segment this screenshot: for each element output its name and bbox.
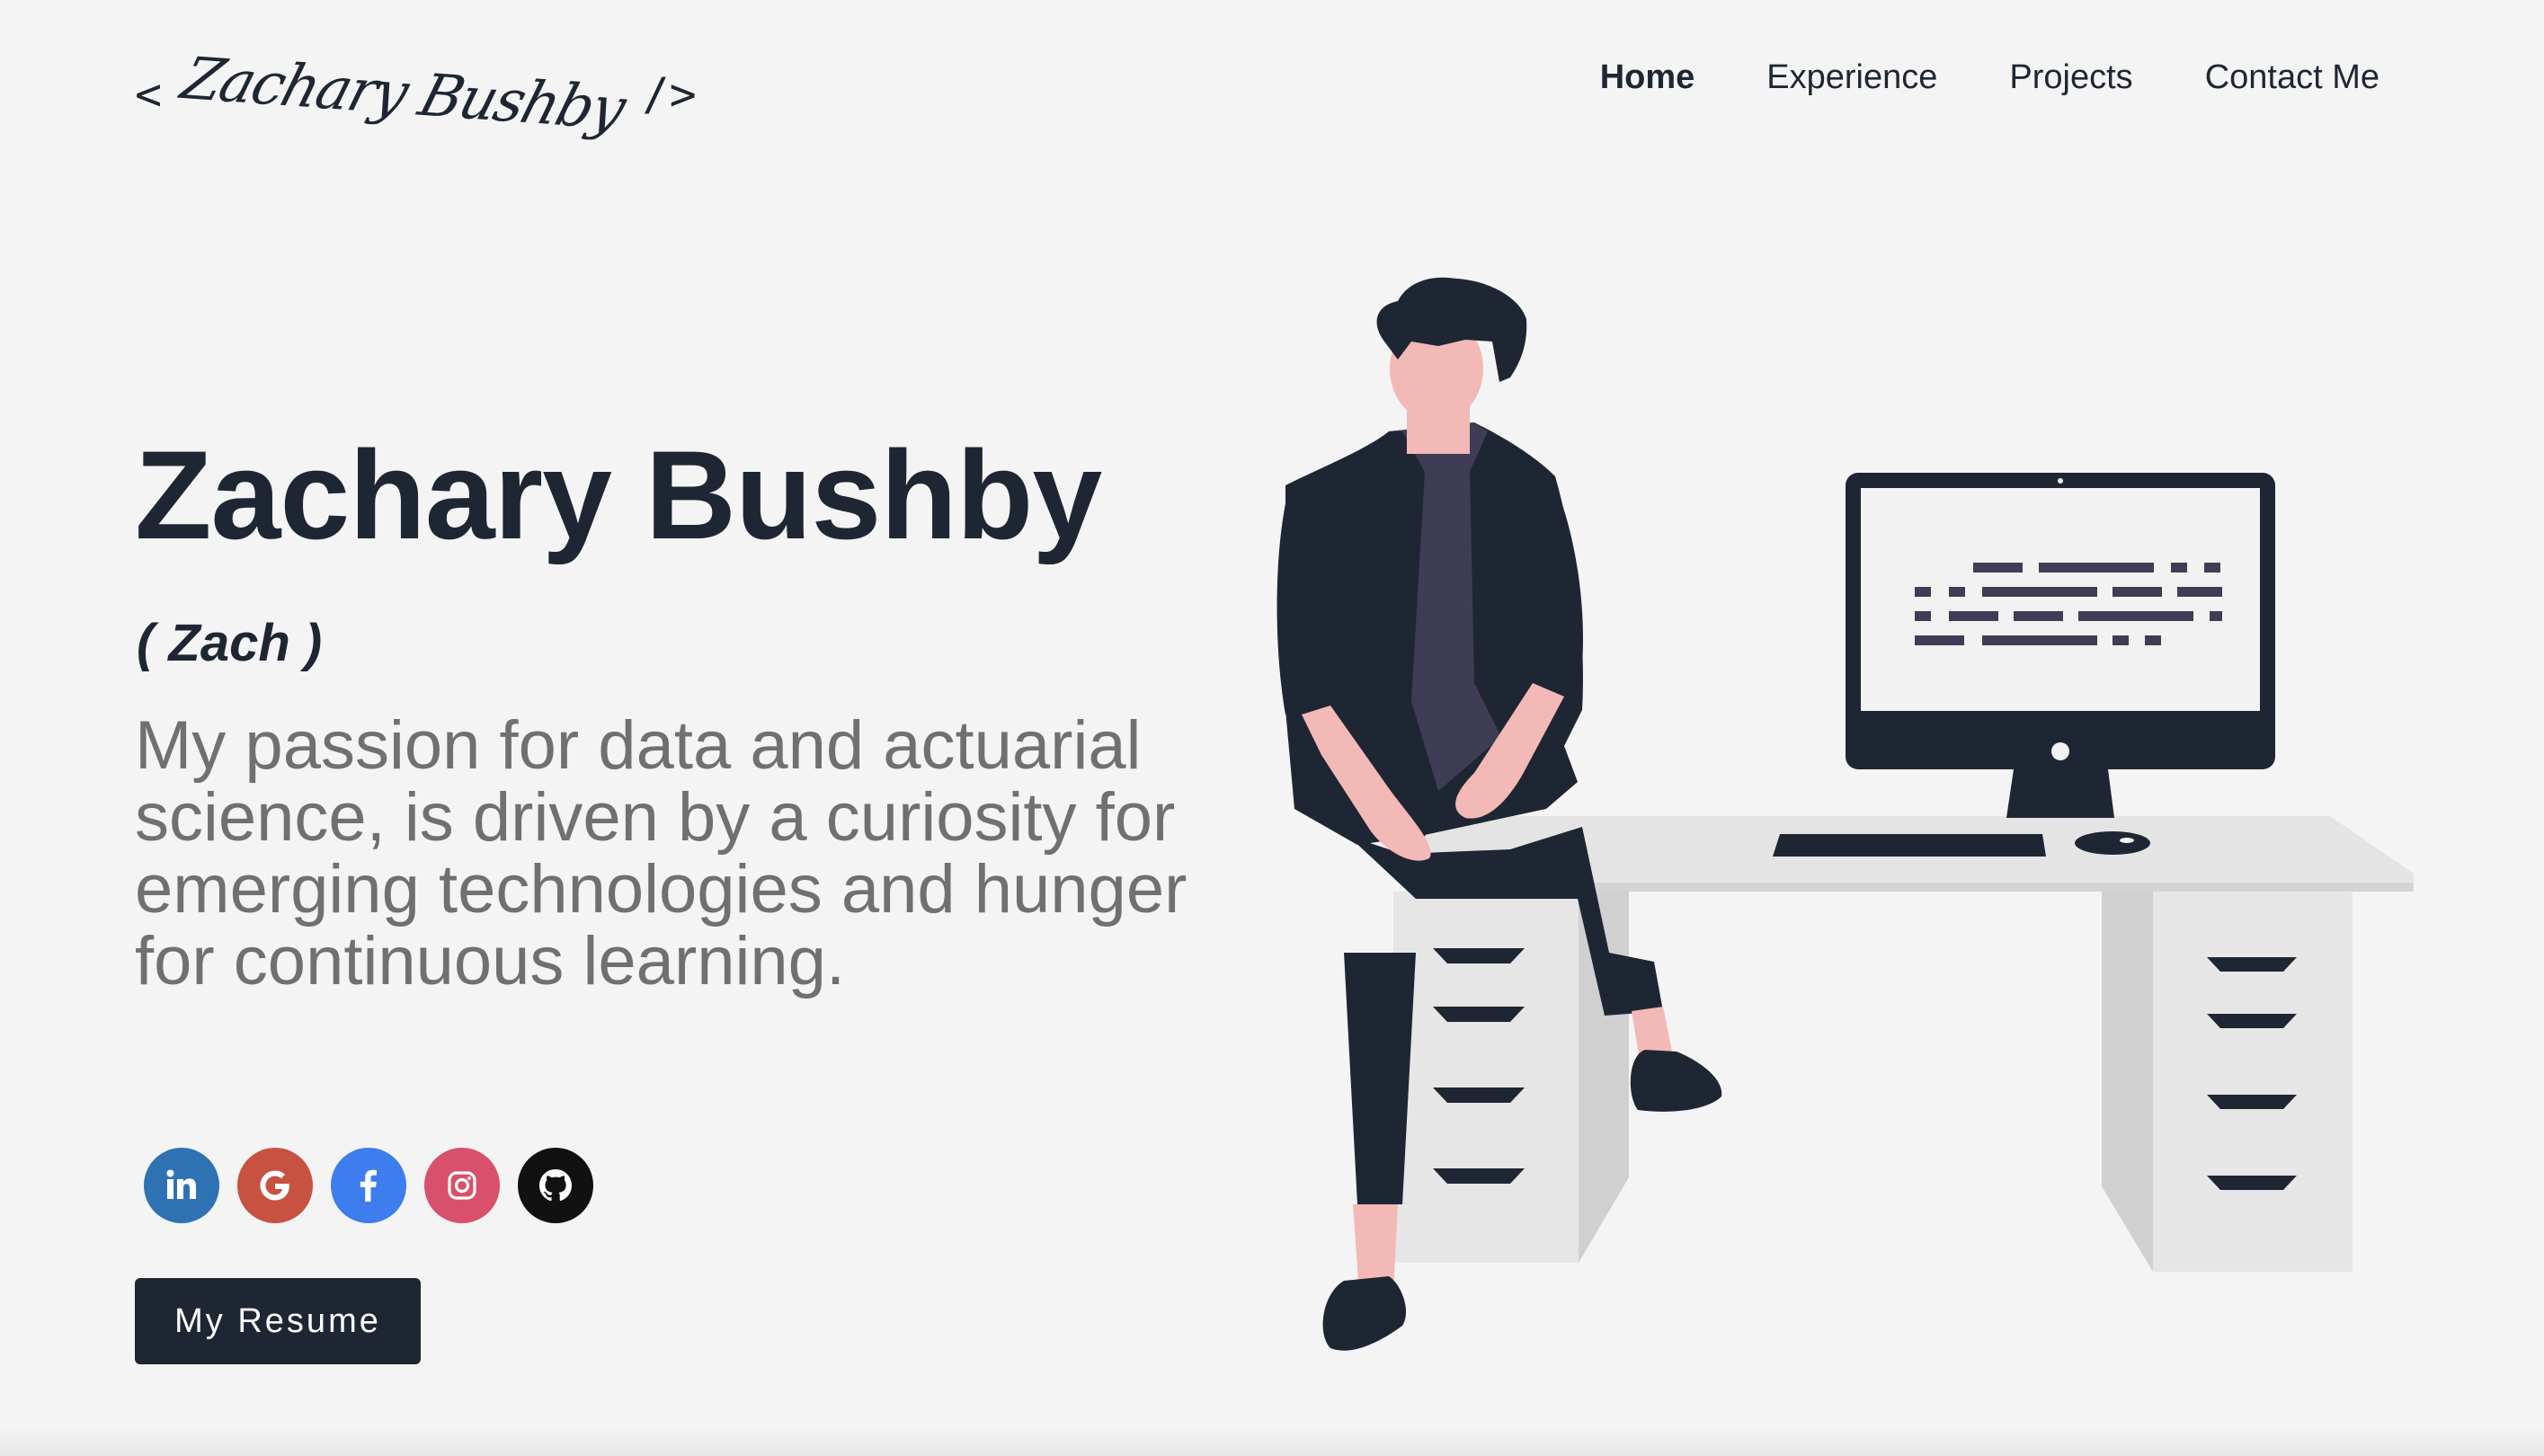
right-drawer-handle [2207, 1176, 2297, 1190]
left-drawer-handle [1433, 1168, 1525, 1184]
right-cabinet-side [2102, 892, 2153, 1272]
facebook-link[interactable] [331, 1148, 406, 1223]
keyboard [1773, 834, 2046, 857]
left-drawer-handle [1433, 1007, 1525, 1022]
instagram-link[interactable] [424, 1148, 500, 1223]
facebook-icon [360, 1169, 377, 1202]
right-drawer-cabinet [2153, 892, 2353, 1272]
resume-button[interactable]: My Resume [135, 1278, 421, 1364]
person-back-shoe [1322, 1276, 1407, 1351]
left-drawer-handle [1433, 948, 1525, 963]
github-link[interactable] [518, 1148, 593, 1223]
webcam-dot [2058, 478, 2063, 484]
site-logo[interactable]: < Zachary Bushby /> [135, 36, 697, 153]
logo-signature: Zachary Bushby [173, 45, 632, 144]
right-drawer-handle [2207, 1095, 2297, 1109]
nav-contact-me[interactable]: Contact Me [2205, 58, 2379, 97]
mouse [2075, 831, 2150, 855]
social-links [144, 1148, 593, 1223]
logo-close-bracket: /> [642, 68, 697, 120]
google-icon [260, 1170, 289, 1201]
linkedin-link[interactable] [144, 1148, 219, 1223]
left-drawer-cabinet [1393, 892, 1579, 1263]
hero-nickname: ( Zach ) [137, 614, 323, 672]
nav-projects[interactable]: Projects [2009, 58, 2132, 97]
google-link[interactable] [237, 1148, 313, 1223]
logo-open-bracket: < [135, 68, 163, 120]
developer-desk-illustration [1276, 277, 2414, 1351]
section-divider [0, 1425, 2544, 1456]
power-button [2051, 742, 2069, 760]
nav-experience[interactable]: Experience [1766, 58, 1937, 97]
hero-name: Zachary Bushby [135, 424, 1102, 565]
right-drawer-handle [2207, 957, 2297, 972]
person-front-shoe [1630, 1050, 1722, 1112]
page: < Zachary Bushby /> Home Experience Proj… [0, 0, 2544, 1456]
monitor-screen [1861, 488, 2260, 711]
nav-home[interactable]: Home [1600, 58, 1695, 97]
left-drawer-handle [1433, 1088, 1525, 1103]
linkedin-icon [166, 1169, 196, 1199]
right-drawer-handle [2207, 1014, 2297, 1028]
hero-tagline: My passion for data and actuarial scienc… [135, 707, 1187, 999]
main-nav: Home Experience Projects Contact Me [1600, 58, 2379, 97]
monitor-stand [2006, 769, 2114, 818]
instagram-icon [448, 1171, 476, 1200]
github-icon [539, 1169, 572, 1202]
